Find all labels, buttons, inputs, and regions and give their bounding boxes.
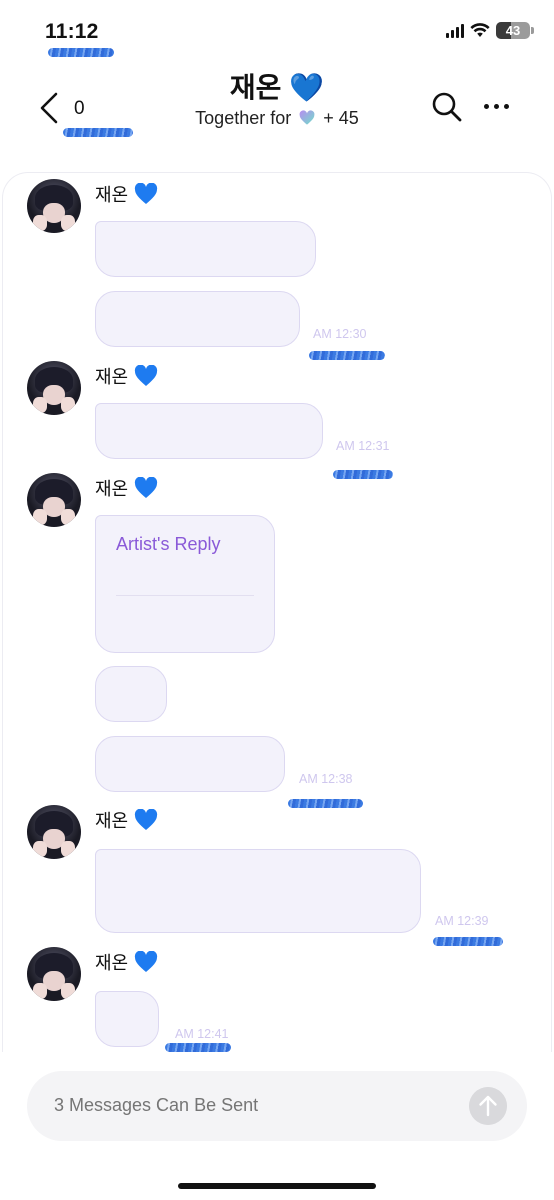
message-timestamp: AM 12:39 (435, 914, 489, 928)
status-icons: 43 (446, 22, 534, 39)
battery-level: 43 (505, 23, 521, 38)
message-composer (27, 1071, 527, 1141)
send-button[interactable] (469, 1087, 507, 1125)
gradient-heart-icon (299, 110, 315, 125)
avatar[interactable] (27, 805, 81, 859)
redaction-scribble (309, 351, 385, 360)
message-bubble[interactable] (95, 991, 159, 1047)
blue-heart-icon (135, 183, 158, 204)
sender-name: 재온 (95, 363, 158, 389)
message-timestamp: AM 12:30 (313, 327, 367, 341)
message-bubble[interactable] (95, 666, 167, 722)
wifi-icon (470, 23, 490, 37)
message-timestamp: AM 12:38 (299, 772, 353, 786)
artist-reply-bubble[interactable]: Artist's Reply (95, 515, 275, 653)
avatar[interactable] (27, 473, 81, 527)
reply-divider (116, 595, 254, 596)
message-timestamp: AM 12:31 (336, 439, 390, 453)
blue-heart-icon (135, 951, 158, 972)
message-bubble[interactable] (95, 403, 323, 459)
together-subtitle: Together for + 45 (0, 108, 554, 129)
blue-heart-icon (135, 365, 158, 386)
chat-header: 0 재온 💙 Together for + 45 (0, 60, 554, 160)
subtitle-suffix: + 45 (323, 108, 359, 128)
search-icon[interactable] (430, 90, 464, 124)
status-time: 11:12 (45, 20, 99, 43)
redaction-scribble (333, 470, 393, 479)
blue-heart-icon (135, 477, 158, 498)
redaction-scribble (433, 937, 503, 946)
redaction-scribble (165, 1043, 231, 1052)
message-bubble[interactable] (95, 736, 285, 792)
message-bubble[interactable] (95, 849, 421, 933)
sender-name: 재온 (95, 807, 158, 833)
signal-icon (446, 23, 464, 38)
artist-reply-label: Artist's Reply (116, 534, 221, 554)
sender-name: 재온 (95, 475, 158, 501)
avatar[interactable] (27, 361, 81, 415)
page-title: 재온 💙 (229, 72, 325, 103)
avatar[interactable] (27, 947, 81, 1001)
message-input[interactable] (54, 1095, 434, 1116)
blue-heart-icon (135, 809, 158, 830)
subtitle-prefix: Together for (195, 108, 292, 128)
redaction-scribble (48, 48, 114, 57)
message-timestamp: AM 12:41 (175, 1027, 229, 1041)
avatar[interactable] (27, 179, 81, 233)
redaction-scribble (288, 799, 363, 808)
message-bubble[interactable] (95, 291, 300, 347)
sender-name: 재온 (95, 949, 158, 975)
chat-message-list[interactable]: 재온 AM 12:30 재온 AM 12:31 재온 Artist's Repl… (2, 172, 552, 1052)
battery-icon: 43 (496, 22, 534, 39)
redaction-scribble (63, 128, 133, 137)
home-indicator (178, 1183, 376, 1189)
status-bar: 11:12 43 (0, 0, 554, 60)
sender-name: 재온 (95, 181, 158, 207)
more-options-button[interactable] (484, 104, 509, 109)
message-bubble[interactable] (95, 221, 316, 277)
